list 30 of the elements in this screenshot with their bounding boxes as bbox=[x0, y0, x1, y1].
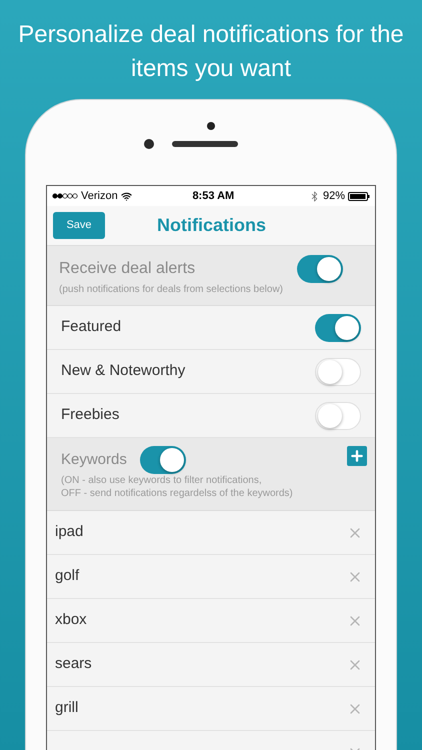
clock-time: 8:53 AM bbox=[192, 188, 234, 204]
battery-percent: 92% bbox=[322, 188, 345, 204]
signal-icon bbox=[52, 193, 78, 199]
keywords-note: (ON - also use keywords to filter notifications, bbox=[61, 474, 263, 487]
carrier-name: Verizon bbox=[81, 188, 118, 204]
add-button[interactable] bbox=[347, 446, 367, 466]
category-label: New & Noteworthy bbox=[61, 361, 186, 382]
toggle-switch[interactable] bbox=[315, 358, 361, 386]
toggle-switch[interactable] bbox=[315, 402, 361, 430]
toggle-switch[interactable] bbox=[315, 314, 361, 342]
category-label: Freebies bbox=[61, 405, 120, 426]
keywords-label: Keywords bbox=[61, 450, 127, 470]
keyword-text: ipad bbox=[55, 522, 84, 542]
toggle-switch[interactable] bbox=[140, 446, 186, 474]
battery-icon bbox=[348, 192, 370, 200]
front-camera bbox=[207, 122, 215, 130]
headline: Personalize deal notifications for the items you want bbox=[17, 20, 405, 84]
screen-title: Notifications bbox=[157, 214, 266, 237]
wifi-icon bbox=[120, 190, 132, 202]
keyword-text: sears bbox=[55, 654, 92, 674]
alerts-note: (push notifications for deals from selections below) bbox=[59, 283, 284, 297]
save-button[interactable]: Save bbox=[53, 212, 105, 239]
keyword-text: grill bbox=[55, 698, 78, 718]
alerts-label: Receive deal alerts bbox=[59, 259, 196, 279]
category-label: Featured bbox=[61, 317, 122, 338]
keywords-note: OFF - send notifications regardelss of the keywords) bbox=[61, 487, 294, 500]
keyword-text: golf bbox=[55, 566, 80, 586]
speaker-grille bbox=[172, 141, 238, 147]
toggle-switch[interactable] bbox=[297, 255, 343, 283]
keyword-text: xbox bbox=[55, 610, 87, 630]
